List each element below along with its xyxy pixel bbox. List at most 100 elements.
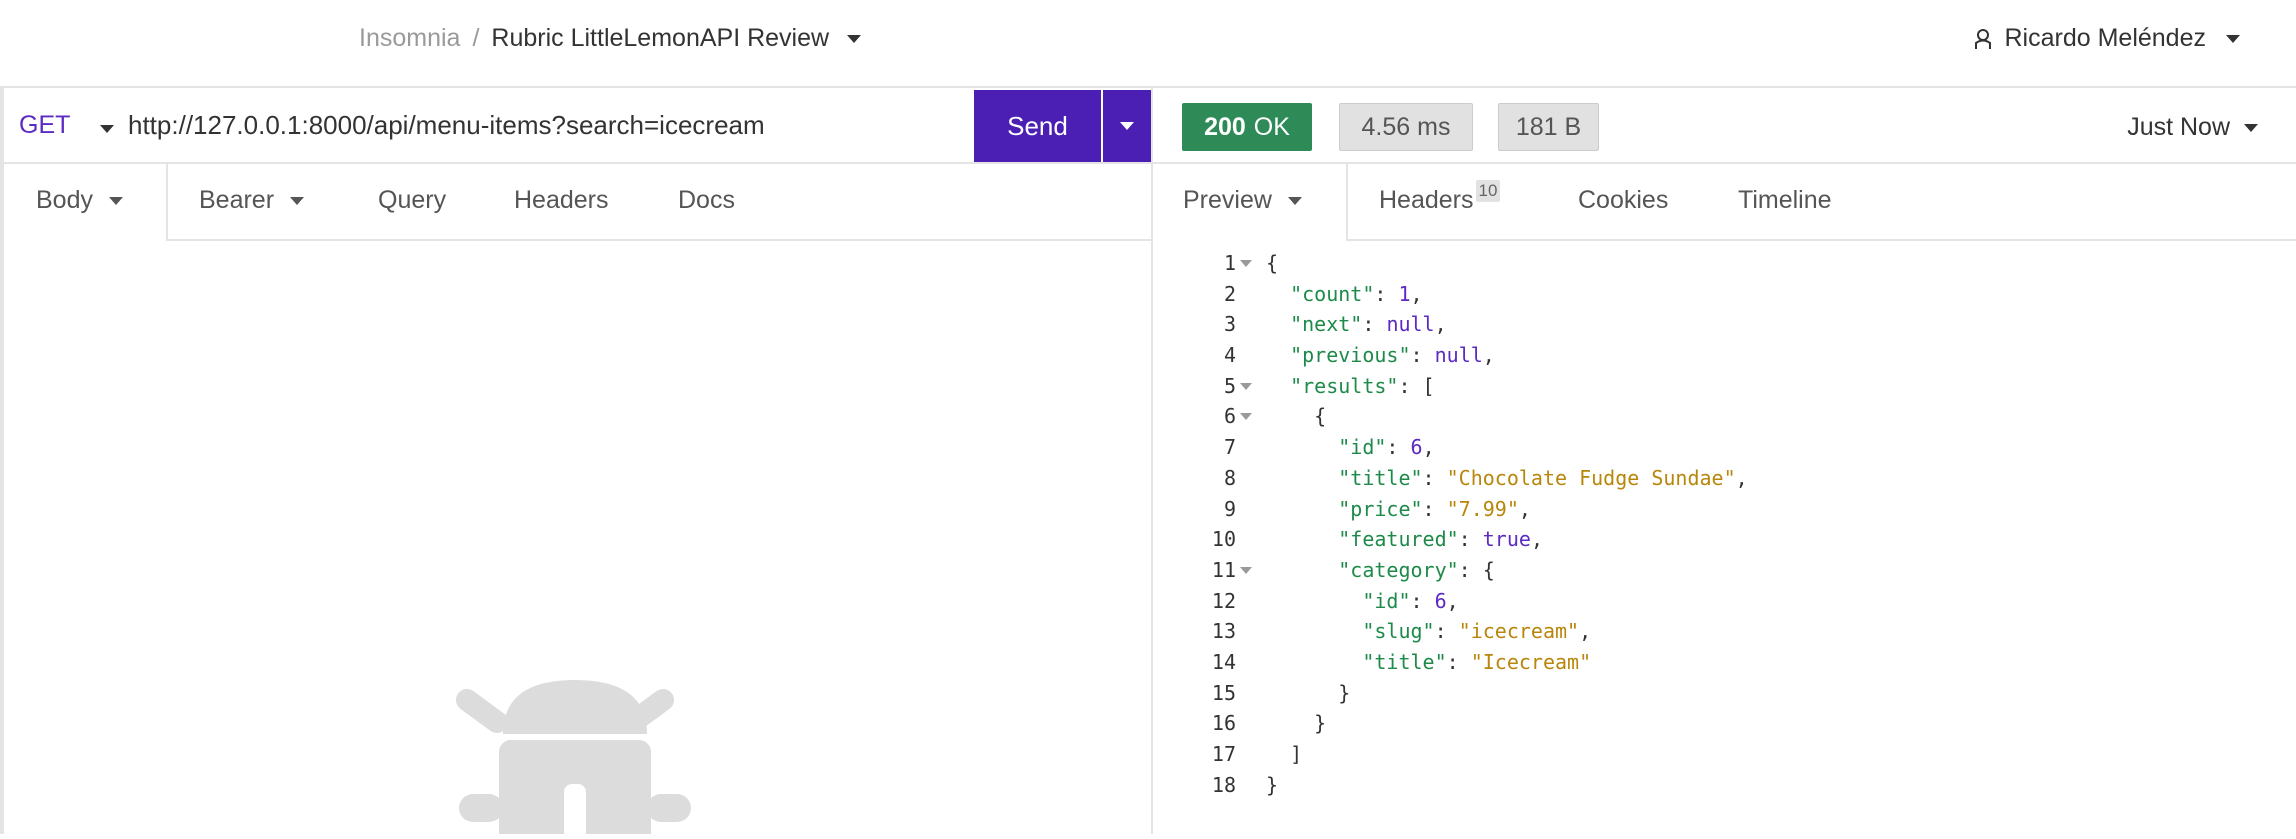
- code-line: 4 "previous": null,: [1153, 340, 2296, 371]
- code-line: 9 "price": "7.99",: [1153, 494, 2296, 525]
- code-line: 3 "next": null,: [1153, 309, 2296, 340]
- tab-cookies-label: Cookies: [1578, 186, 1669, 214]
- line-number: 9: [1223, 496, 1236, 521]
- line-number: 5: [1223, 373, 1236, 398]
- code-line: 17 ]: [1153, 739, 2296, 770]
- code-line: 12 "id": 6,: [1153, 586, 2296, 617]
- response-body-viewer[interactable]: 1{2 "count": 1, 3 "next": null, 4 "previou…: [1153, 248, 2296, 800]
- code-line: 5 "results": [: [1153, 371, 2296, 402]
- fold-toggle-icon[interactable]: [1240, 566, 1252, 574]
- preview-dropdown-icon: [1287, 196, 1302, 205]
- response-status-bar: 200 OK 4.56 ms 181 B Just Now: [1153, 90, 2296, 164]
- tab-cookies[interactable]: Cookies: [1578, 186, 1668, 215]
- response-time-badge: 4.56 ms: [1339, 103, 1473, 151]
- line-number: 16: [1211, 711, 1236, 736]
- user-name: Ricardo Meléndez: [2004, 24, 2207, 52]
- code-text: "price": "7.99",: [1338, 496, 1531, 521]
- code-line: 15 }: [1153, 678, 2296, 709]
- code-text: {: [1266, 251, 1279, 275]
- code-text: ]: [1266, 742, 1303, 766]
- method-dropdown-icon[interactable]: [100, 125, 114, 133]
- project-dropdown-icon[interactable]: [847, 34, 862, 43]
- response-size-badge: 181 B: [1498, 103, 1599, 151]
- fold-toggle-icon[interactable]: [1240, 413, 1252, 421]
- tab-bearer[interactable]: Bearer: [199, 186, 305, 215]
- headers-count-badge: 10: [1475, 179, 1501, 202]
- code-text: "previous": null,: [1290, 343, 1495, 368]
- tab-body[interactable]: Body: [36, 186, 123, 215]
- code-line: 18}: [1153, 770, 2296, 801]
- url-input[interactable]: http://127.0.0.1:8000/api/menu-items?sea…: [128, 110, 765, 141]
- code-line: 16 }: [1153, 708, 2296, 739]
- method-selector[interactable]: GET: [19, 111, 70, 140]
- response-received: Just Now: [2127, 113, 2230, 141]
- user-menu[interactable]: Ricardo Meléndez: [1973, 24, 2240, 53]
- line-number: 6: [1223, 404, 1236, 429]
- line-number: 13: [1211, 619, 1236, 644]
- tab-docs-label: Docs: [678, 186, 735, 214]
- code-line: 7 "id": 6,: [1153, 432, 2296, 463]
- bearer-dropdown-icon: [290, 196, 305, 205]
- fold-toggle-icon[interactable]: [1240, 382, 1252, 390]
- status-code: 200: [1204, 112, 1246, 141]
- line-number: 11: [1211, 557, 1236, 582]
- tab-headers[interactable]: Headers: [514, 186, 609, 215]
- code-text: "id": 6,: [1362, 588, 1459, 613]
- line-number: 14: [1211, 649, 1236, 674]
- line-number: 3: [1223, 312, 1236, 337]
- code-line: 14 "title": "Icecream": [1153, 647, 2296, 678]
- code-text: "title": "Icecream": [1362, 649, 1592, 674]
- tab-timeline-label: Timeline: [1738, 186, 1832, 214]
- breadcrumb-project[interactable]: Rubric LittleLemonAPI Review: [491, 24, 829, 53]
- tab-headers-label: Headers: [514, 186, 609, 214]
- code-text: "id": 6,: [1338, 435, 1435, 460]
- code-line: 2 "count": 1,: [1153, 279, 2296, 310]
- tab-bearer-label: Bearer: [199, 186, 275, 214]
- request-tabs: Body Bearer Query Headers Docs: [4, 164, 1151, 241]
- line-number: 1: [1223, 251, 1236, 275]
- line-number: 15: [1211, 680, 1236, 705]
- tab-query[interactable]: Query: [378, 186, 446, 215]
- response-history-dropdown[interactable]: Just Now: [2127, 113, 2258, 142]
- fold-toggle-icon[interactable]: [1240, 260, 1252, 267]
- tab-preview-label: Preview: [1183, 186, 1272, 214]
- code-text: }: [1266, 680, 1351, 705]
- line-number: 7: [1223, 435, 1236, 460]
- line-number: 4: [1223, 343, 1236, 368]
- code-text: "slug": "icecream",: [1362, 619, 1592, 644]
- line-number: 18: [1211, 772, 1236, 797]
- tab-preview[interactable]: Preview: [1183, 186, 1302, 215]
- code-text: "title": "Chocolate Fudge Sundae",: [1338, 465, 1748, 490]
- code-line: 1{: [1153, 248, 2296, 279]
- code-text: }: [1266, 711, 1327, 736]
- tab-body-label: Body: [36, 186, 93, 214]
- chevron-down-icon: [1120, 122, 1134, 130]
- line-number: 17: [1211, 742, 1236, 766]
- code-text: "next": null,: [1290, 312, 1447, 337]
- bug-icon: [455, 680, 695, 839]
- code-line: 8 "title": "Chocolate Fudge Sundae",: [1153, 463, 2296, 494]
- user-dropdown-icon: [2226, 34, 2240, 43]
- breadcrumb: Insomnia / Rubric LittleLemonAPI Review: [359, 24, 862, 53]
- line-number: 12: [1211, 588, 1236, 613]
- code-text: "featured": true,: [1338, 527, 1543, 552]
- tab-docs[interactable]: Docs: [678, 186, 735, 215]
- code-text: "category": {: [1338, 557, 1495, 582]
- response-tabs: Preview Headers 10 Cookies Timeline: [1153, 164, 2296, 241]
- send-button[interactable]: Send: [974, 90, 1101, 162]
- send-options-button[interactable]: [1103, 90, 1151, 162]
- request-url-bar: GET http://127.0.0.1:8000/api/menu-items…: [4, 90, 1151, 164]
- history-dropdown-icon: [2244, 123, 2258, 132]
- user-icon: [1974, 28, 1991, 49]
- code-line: 6 {: [1153, 401, 2296, 432]
- tab-timeline[interactable]: Timeline: [1738, 186, 1832, 215]
- code-text: "count": 1,: [1290, 281, 1423, 306]
- line-number: 8: [1223, 465, 1236, 490]
- breadcrumb-separator: /: [472, 24, 480, 52]
- top-header: Insomnia / Rubric LittleLemonAPI Review …: [0, 0, 2296, 88]
- code-text: {: [1266, 404, 1327, 429]
- tab-response-headers[interactable]: Headers 10: [1379, 179, 1501, 215]
- status-text: OK: [1253, 112, 1290, 141]
- breadcrumb-app[interactable]: Insomnia: [359, 24, 460, 53]
- code-line: 10 "featured": true,: [1153, 524, 2296, 555]
